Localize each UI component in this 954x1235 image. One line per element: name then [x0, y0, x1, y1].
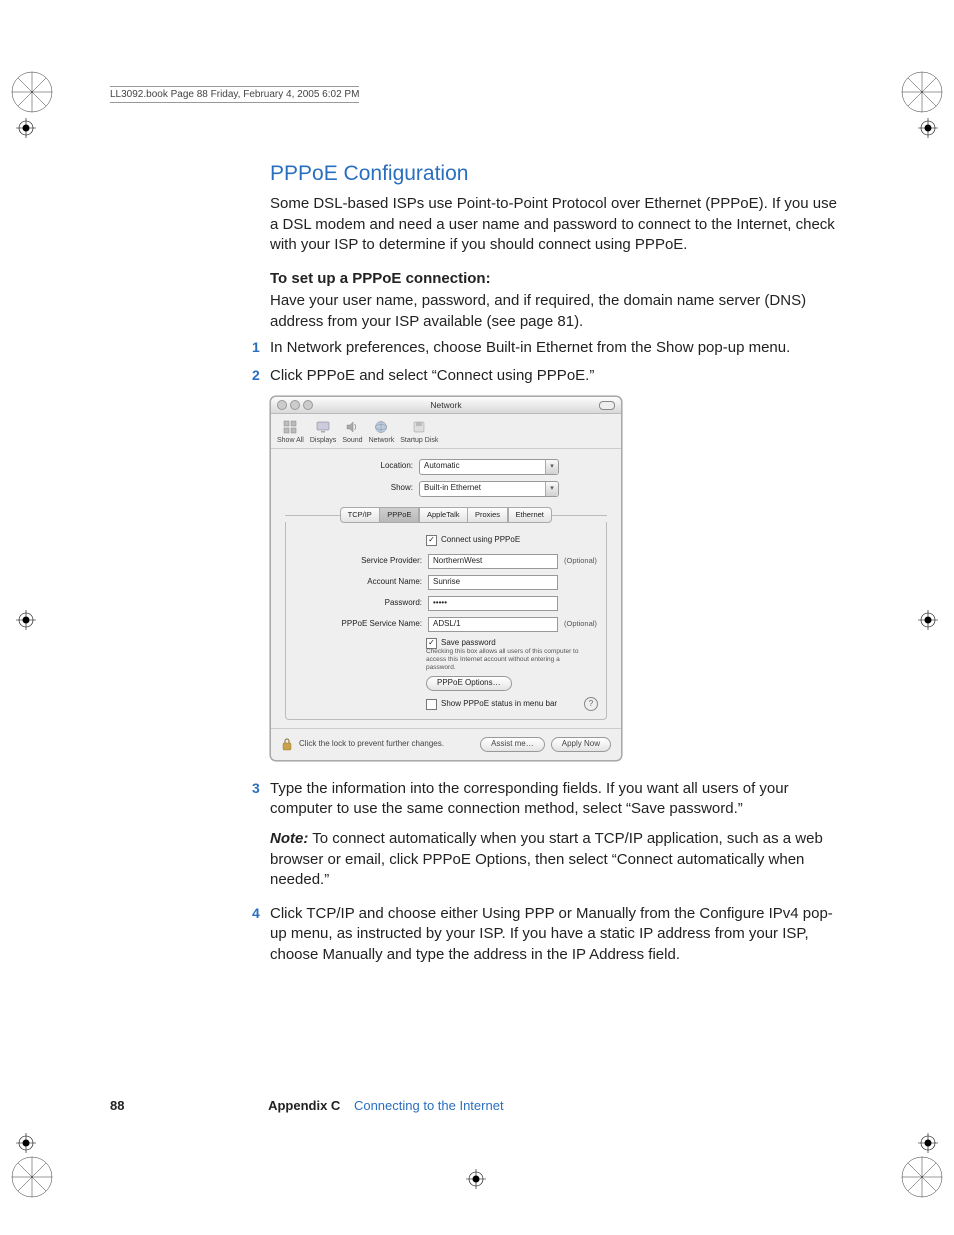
tab-appletalk[interactable]: AppleTalk	[419, 507, 468, 523]
setup-heading: To set up a PPPoE connection:	[270, 270, 491, 287]
step-number: 4	[252, 904, 260, 923]
network-prefs-window: Network Show All Displays Sound	[270, 396, 622, 761]
tab-ethernet[interactable]: Ethernet	[508, 507, 552, 523]
note-label: Note:	[270, 830, 308, 847]
password-field[interactable]: •••••	[428, 596, 558, 611]
show-value: Built-in Ethernet	[424, 483, 481, 494]
step-2-text: Click PPPoE and select “Connect using PP…	[270, 367, 594, 384]
print-mark-icon	[900, 70, 944, 114]
field-value: ADSL/1	[433, 619, 461, 630]
service-provider-field[interactable]: NorthernWest	[428, 554, 558, 569]
help-button[interactable]: ?	[584, 697, 598, 711]
prefs-toolbar: Show All Displays Sound Network	[271, 414, 621, 448]
crosshair-icon	[918, 118, 938, 138]
disk-icon	[409, 418, 429, 436]
step-4-text: Click TCP/IP and choose either Using PPP…	[270, 905, 833, 963]
lock-icon[interactable]	[281, 737, 293, 751]
optional-label: (Optional)	[564, 619, 597, 629]
crosshair-icon	[16, 610, 36, 630]
location-label: Location:	[285, 461, 419, 472]
account-name-label: Account Name:	[294, 577, 428, 588]
toolbar-label: Show All	[277, 436, 304, 445]
crosshair-icon	[16, 1133, 36, 1153]
section-title: PPPoE Configuration	[270, 160, 845, 188]
toolbar-show-all[interactable]: Show All	[277, 418, 304, 445]
toolbar-label: Network	[369, 436, 395, 445]
step-number: 2	[252, 366, 260, 385]
show-status-label: Show PPPoE status in menu bar	[441, 699, 557, 710]
apply-now-button[interactable]: Apply Now	[551, 737, 611, 752]
assist-me-button[interactable]: Assist me…	[480, 737, 545, 752]
book-header-line: LL3092.book Page 88 Friday, February 4, …	[110, 86, 359, 103]
crosshair-icon	[918, 610, 938, 630]
pppoe-options-button[interactable]: PPPoE Options…	[426, 676, 512, 691]
toolbar-displays[interactable]: Displays	[310, 418, 336, 445]
location-value: Automatic	[424, 461, 460, 472]
toolbar-startup-disk[interactable]: Startup Disk	[400, 418, 438, 445]
note-paragraph: Note: To connect automatically when you …	[270, 829, 845, 890]
lock-text: Click the lock to prevent further change…	[299, 739, 444, 750]
crosshair-icon	[16, 118, 36, 138]
note-text: To connect automatically when you start …	[270, 830, 823, 888]
window-title: Network	[271, 400, 621, 411]
toolbar-sound[interactable]: Sound	[342, 418, 362, 445]
step-3-text: Type the information into the correspond…	[270, 780, 789, 817]
save-password-help: Checking this box allows all users of th…	[426, 648, 591, 671]
toolbar-label: Startup Disk	[400, 436, 438, 445]
page-footer: 88 Appendix C Connecting to the Internet	[110, 1098, 844, 1113]
pppoe-service-name-label: PPPoE Service Name:	[294, 619, 428, 630]
step-number: 3	[252, 779, 260, 798]
toolbar-label: Displays	[310, 436, 336, 445]
show-status-checkbox[interactable]	[426, 699, 437, 710]
show-label: Show:	[285, 483, 419, 494]
print-mark-icon	[900, 1155, 944, 1199]
grid-icon	[280, 418, 300, 436]
popup-arrows-icon: ▾	[545, 482, 558, 496]
display-icon	[313, 418, 333, 436]
toolbar-toggle-button[interactable]	[599, 401, 615, 410]
show-popup[interactable]: Built-in Ethernet ▾	[419, 481, 559, 497]
toolbar-label: Sound	[342, 436, 362, 445]
step-1-text: In Network preferences, choose Built-in …	[270, 339, 790, 356]
connect-using-pppoe-checkbox[interactable]: ✓	[426, 535, 437, 546]
page-number: 88	[110, 1098, 124, 1113]
connect-using-pppoe-label: Connect using PPPoE	[441, 535, 520, 546]
print-mark-icon	[10, 1155, 54, 1199]
appendix-label: Appendix C	[268, 1098, 340, 1113]
step-number: 1	[252, 338, 260, 357]
popup-arrows-icon: ▾	[545, 460, 558, 474]
crosshair-icon	[918, 1133, 938, 1153]
tab-tcpip[interactable]: TCP/IP	[340, 507, 380, 523]
field-value: •••••	[433, 598, 447, 609]
window-titlebar: Network	[271, 397, 621, 414]
intro-paragraph: Some DSL-based ISPs use Point-to-Point P…	[270, 194, 845, 255]
password-label: Password:	[294, 598, 428, 609]
field-value: NorthernWest	[433, 556, 482, 567]
toolbar-network[interactable]: Network	[369, 418, 395, 445]
crosshair-icon	[466, 1169, 486, 1189]
globe-icon	[371, 418, 391, 436]
chapter-title: Connecting to the Internet	[354, 1098, 504, 1113]
account-name-field[interactable]: Sunrise	[428, 575, 558, 590]
field-value: Sunrise	[433, 577, 460, 588]
tab-pppoe[interactable]: PPPoE	[379, 507, 419, 523]
optional-label: (Optional)	[564, 556, 597, 566]
service-provider-label: Service Provider:	[294, 556, 428, 567]
tab-bar: TCP/IP PPPoE AppleTalk Proxies Ethernet	[285, 507, 607, 523]
tab-proxies[interactable]: Proxies	[467, 507, 508, 523]
pppoe-service-name-field[interactable]: ADSL/1	[428, 617, 558, 632]
print-mark-icon	[10, 70, 54, 114]
setup-lead: Have your user name, password, and if re…	[270, 291, 845, 332]
location-popup[interactable]: Automatic ▾	[419, 459, 559, 475]
sound-icon	[342, 418, 362, 436]
